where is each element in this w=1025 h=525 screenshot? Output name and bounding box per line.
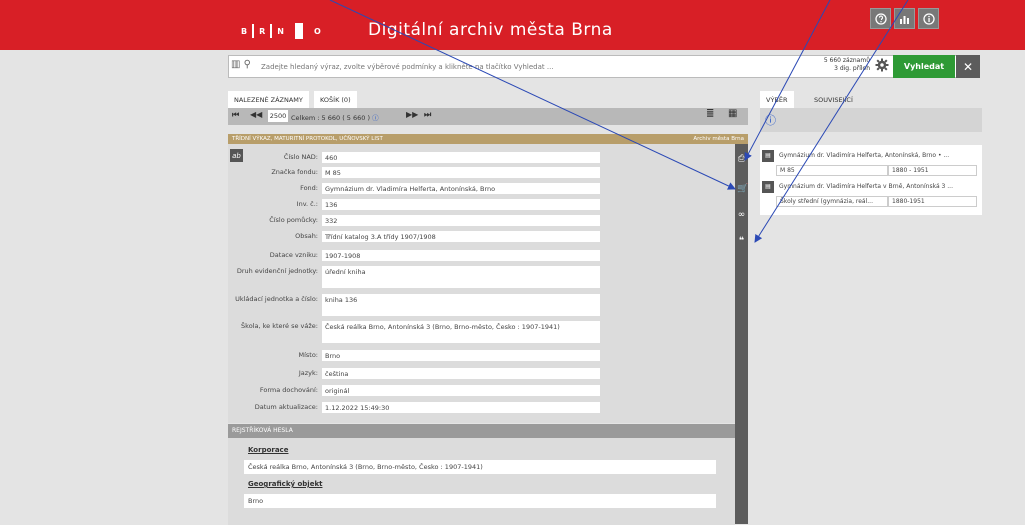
annotation-arrows	[329, 0, 909, 243]
annotation-arrow	[754, 0, 909, 243]
annotation-arrow	[744, 0, 831, 161]
annotation-arrow	[329, 0, 736, 190]
